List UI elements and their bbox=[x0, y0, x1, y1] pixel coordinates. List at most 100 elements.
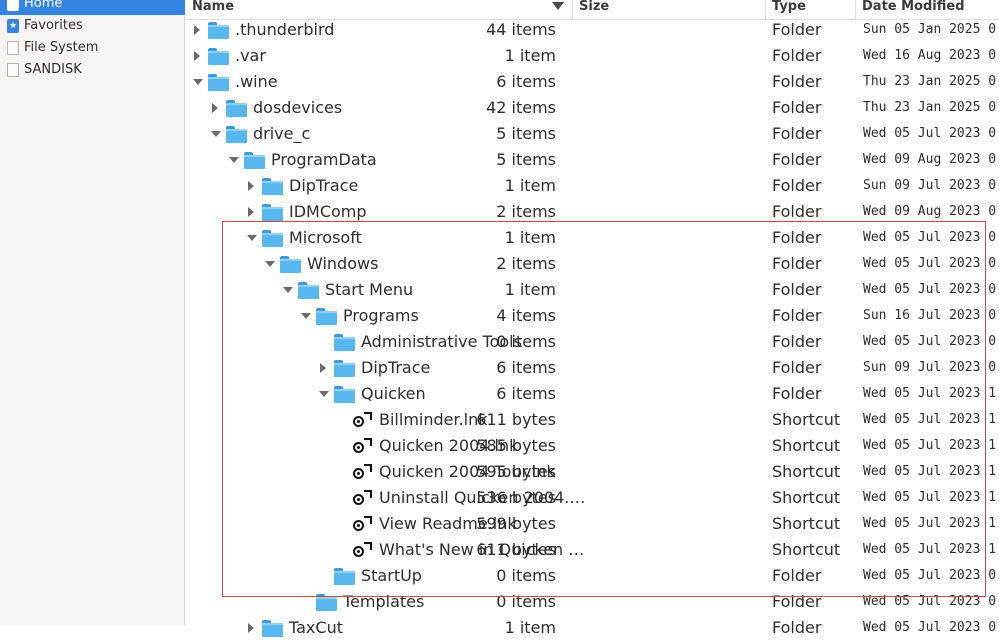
table-row[interactable]: .thunderbird 44 items Folder Sun 05 Jan 202… bbox=[186, 17, 999, 43]
table-row[interactable]: Windows 2 items Folder Wed 05 Jul 2023 0 bbox=[186, 251, 999, 277]
star-icon: ★ bbox=[7, 19, 19, 33]
column-name-label: Name bbox=[192, 0, 235, 14]
file-date-modified: Wed 05 Jul 2023 1 bbox=[863, 412, 997, 427]
file-name: Templates bbox=[343, 592, 425, 611]
sidebar-item-favorites[interactable]: ★ Favorites bbox=[0, 15, 185, 37]
shortcut-icon bbox=[352, 516, 372, 534]
table-row[interactable]: Quicken 2004.lnk 585 bytes Shortcut Wed 05 … bbox=[186, 433, 999, 459]
table-row[interactable]: ProgramData 5 items Folder Wed 09 Aug 2023 … bbox=[186, 147, 999, 173]
file-size: 44 items bbox=[486, 20, 556, 39]
shortcut-icon bbox=[352, 412, 372, 430]
file-type: Folder bbox=[772, 384, 822, 403]
table-row[interactable]: Programs 4 items Folder Sun 16 Jul 2023 0 bbox=[186, 303, 999, 329]
folder-icon bbox=[244, 152, 265, 169]
chevron-right-icon[interactable] bbox=[248, 207, 254, 217]
file-type: Folder bbox=[772, 124, 822, 143]
chevron-down-icon[interactable] bbox=[211, 131, 221, 137]
file-size: 6 items bbox=[496, 358, 556, 377]
file-date-modified: Wed 05 Jul 2023 0 bbox=[863, 568, 997, 583]
file-date-modified: Thu 23 Jan 2025 0 bbox=[863, 74, 997, 89]
file-name: Windows bbox=[307, 254, 379, 273]
chevron-down-icon[interactable] bbox=[193, 79, 203, 85]
file-size: 0 items bbox=[496, 592, 556, 611]
folder-icon bbox=[262, 178, 283, 195]
table-row[interactable]: dosdevices 42 items Folder Thu 23 Jan 2025 … bbox=[186, 95, 999, 121]
chevron-down-icon[interactable] bbox=[265, 261, 275, 267]
sidebar-item-label: Home bbox=[24, 0, 63, 11]
table-row[interactable]: DipTrace 1 item Folder Sun 09 Jul 2023 0 bbox=[186, 173, 999, 199]
chevron-right-icon[interactable] bbox=[248, 181, 254, 191]
table-row[interactable]: .wine 6 items Folder Thu 23 Jan 2025 0 bbox=[186, 69, 999, 95]
file-name: .wine bbox=[235, 72, 278, 91]
file-name: ProgramData bbox=[271, 150, 377, 169]
sidebar-item-file-system[interactable]: File System bbox=[0, 37, 185, 59]
file-type: Folder bbox=[772, 566, 822, 585]
file-date-modified: Wed 05 Jul 2023 0 bbox=[863, 620, 997, 635]
file-type: Folder bbox=[772, 280, 822, 299]
chevron-right-icon[interactable] bbox=[194, 25, 200, 35]
folder-icon bbox=[208, 48, 229, 65]
file-tree: .thunderbird 44 items Folder Sun 05 Jan 202… bbox=[186, 17, 999, 637]
folder-icon bbox=[334, 568, 355, 585]
folder-icon bbox=[334, 360, 355, 377]
file-date-modified: Wed 05 Jul 2023 1 bbox=[863, 386, 997, 401]
file-type: Folder bbox=[772, 46, 822, 65]
folder-icon bbox=[226, 126, 247, 143]
file-name: StartUp bbox=[361, 566, 422, 585]
file-size: 1 item bbox=[504, 228, 556, 247]
file-name: DipTrace bbox=[361, 358, 431, 377]
table-row[interactable]: Quicken 6 items Folder Wed 05 Jul 2023 1 bbox=[186, 381, 999, 407]
file-date-modified: Sun 09 Jul 2023 0 bbox=[863, 360, 997, 375]
sidebar-item-sandisk[interactable]: SANDISK bbox=[0, 59, 185, 81]
sidebar-item-home[interactable]: Home bbox=[0, 0, 185, 15]
table-row[interactable]: Quicken 2004 Tour.lnk 595 bytes Shortcut We… bbox=[186, 459, 999, 485]
file-type: Folder bbox=[772, 202, 822, 221]
folder-icon bbox=[208, 74, 229, 91]
file-type: Shortcut bbox=[772, 514, 841, 533]
file-name: Billminder.lnk bbox=[379, 410, 488, 429]
shortcut-icon bbox=[352, 490, 372, 508]
chevron-down-icon[interactable] bbox=[301, 313, 311, 319]
file-date-modified: Wed 05 Jul 2023 0 bbox=[863, 594, 997, 609]
file-type: Shortcut bbox=[772, 410, 841, 429]
table-row[interactable]: Administrative Tools 0 items Folder Wed 05 … bbox=[186, 329, 999, 355]
table-row[interactable]: StartUp 0 items Folder Wed 05 Jul 2023 0 bbox=[186, 563, 999, 589]
file-name: Programs bbox=[343, 306, 419, 325]
table-row[interactable]: drive_c 5 items Folder Wed 05 Jul 2023 0 bbox=[186, 121, 999, 147]
table-row[interactable]: What's New in Quicken … 611 bytes Shortcut… bbox=[186, 537, 999, 563]
chevron-down-icon[interactable] bbox=[229, 157, 239, 163]
chevron-right-icon[interactable] bbox=[194, 51, 200, 61]
file-size: 536 bytes bbox=[476, 488, 556, 507]
file-size: 1 item bbox=[504, 176, 556, 195]
chevron-down-icon[interactable] bbox=[319, 391, 329, 397]
chevron-down-icon[interactable] bbox=[247, 235, 257, 241]
table-row[interactable]: IDMComp 2 items Folder Wed 09 Aug 2023 0 bbox=[186, 199, 999, 225]
file-size: 6 items bbox=[496, 384, 556, 403]
file-name: .var bbox=[235, 46, 266, 65]
file-name: DipTrace bbox=[289, 176, 359, 195]
file-size: 0 items bbox=[496, 332, 556, 351]
table-row[interactable]: Templates 0 items Folder Wed 05 Jul 2023 0 bbox=[186, 589, 999, 615]
table-row[interactable]: .var 1 item Folder Wed 16 Aug 2023 0 bbox=[186, 43, 999, 69]
file-name: Start Menu bbox=[325, 280, 414, 299]
table-row[interactable]: View Readme.lnk 599 bytes Shortcut Wed 05 J… bbox=[186, 511, 999, 537]
table-row[interactable]: Microsoft 1 item Folder Wed 05 Jul 2023 0 bbox=[186, 225, 999, 251]
file-type: Shortcut bbox=[772, 488, 841, 507]
chevron-right-icon[interactable] bbox=[212, 103, 218, 113]
table-row[interactable]: Start Menu 1 item Folder Wed 05 Jul 2023 0 bbox=[186, 277, 999, 303]
file-date-modified: Wed 09 Aug 2023 0 bbox=[863, 204, 997, 219]
table-row[interactable]: Billminder.lnk 611 bytes Shortcut Wed 05 Ju… bbox=[186, 407, 999, 433]
chevron-down-icon[interactable] bbox=[283, 287, 293, 293]
file-date-modified: Wed 16 Aug 2023 0 bbox=[863, 48, 997, 63]
file-name: Quicken bbox=[361, 384, 426, 403]
file-date-modified: Wed 05 Jul 2023 1 bbox=[863, 542, 997, 557]
table-row[interactable]: TaxCut 1 item Folder Wed 05 Jul 2023 0 bbox=[186, 615, 999, 641]
file-type: Folder bbox=[772, 72, 822, 91]
chevron-right-icon[interactable] bbox=[320, 363, 326, 373]
file-date-modified: Sun 09 Jul 2023 0 bbox=[863, 178, 997, 193]
table-row[interactable]: DipTrace 6 items Folder Sun 09 Jul 2023 0 bbox=[186, 355, 999, 381]
table-row[interactable]: Uninstall Quicken 2004.… 536 bytes Shortcu… bbox=[186, 485, 999, 511]
sort-descending-icon[interactable] bbox=[552, 2, 564, 10]
file-size: 5 items bbox=[496, 124, 556, 143]
file-size: 599 bytes bbox=[476, 514, 556, 533]
